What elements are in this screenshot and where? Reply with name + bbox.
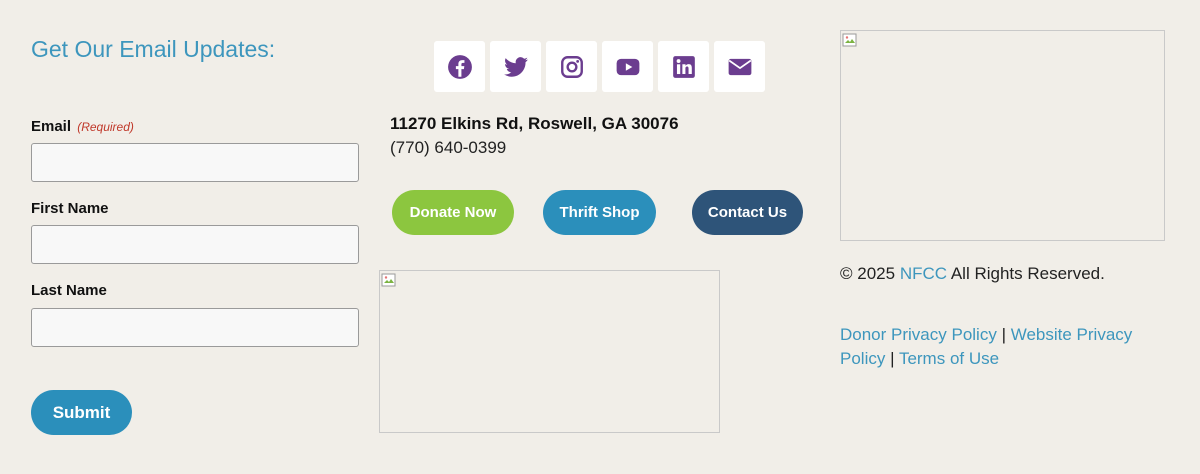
linkedin-icon	[671, 54, 697, 80]
broken-image-placeholder	[379, 270, 720, 433]
copyright-suffix: All Rights Reserved.	[950, 264, 1105, 283]
instagram-link[interactable]	[546, 41, 597, 92]
donor-privacy-policy-link[interactable]: Donor Privacy Policy	[840, 325, 997, 344]
email-link[interactable]	[714, 41, 765, 92]
thrift-shop-button[interactable]: Thrift Shop	[543, 190, 656, 235]
youtube-link[interactable]	[602, 41, 653, 92]
twitter-link[interactable]	[490, 41, 541, 92]
submit-button[interactable]: Submit	[31, 390, 132, 435]
phone-number: (770) 640-0399	[390, 138, 507, 157]
first-name-field[interactable]	[31, 225, 359, 264]
last-name-field[interactable]	[31, 308, 359, 347]
street-address: 11270 Elkins Rd, Roswell, GA 30076	[390, 114, 679, 133]
required-indicator: (Required)	[77, 120, 134, 134]
twitter-icon	[503, 54, 529, 80]
copyright-notice: © 2025 NFCC All Rights Reserved.	[840, 264, 1105, 284]
nfcc-link[interactable]: NFCC	[900, 264, 947, 283]
instagram-icon	[559, 54, 585, 80]
facebook-link[interactable]	[434, 41, 485, 92]
youtube-icon	[615, 54, 641, 80]
contact-us-button[interactable]: Contact Us	[692, 190, 803, 235]
broken-image-placeholder-right	[840, 30, 1165, 241]
broken-image-icon	[381, 273, 396, 287]
email-label: Email (Required)	[31, 118, 134, 135]
copyright-prefix: © 2025	[840, 264, 896, 283]
separator: |	[1001, 325, 1006, 344]
social-links	[434, 41, 765, 92]
linkedin-link[interactable]	[658, 41, 709, 92]
newsletter-title: Get Our Email Updates:	[31, 36, 276, 62]
email-label-text: Email	[31, 118, 72, 135]
facebook-icon	[447, 54, 473, 80]
terms-of-use-link[interactable]: Terms of Use	[899, 349, 999, 368]
policy-links: Donor Privacy Policy | Website Privacy P…	[840, 323, 1170, 371]
first-name-label: First Name	[31, 200, 109, 217]
separator: |	[890, 349, 895, 368]
broken-image-icon	[842, 33, 857, 47]
donate-now-button[interactable]: Donate Now	[392, 190, 514, 235]
envelope-icon	[727, 54, 753, 80]
email-field[interactable]	[31, 143, 359, 182]
last-name-label: Last Name	[31, 282, 107, 299]
